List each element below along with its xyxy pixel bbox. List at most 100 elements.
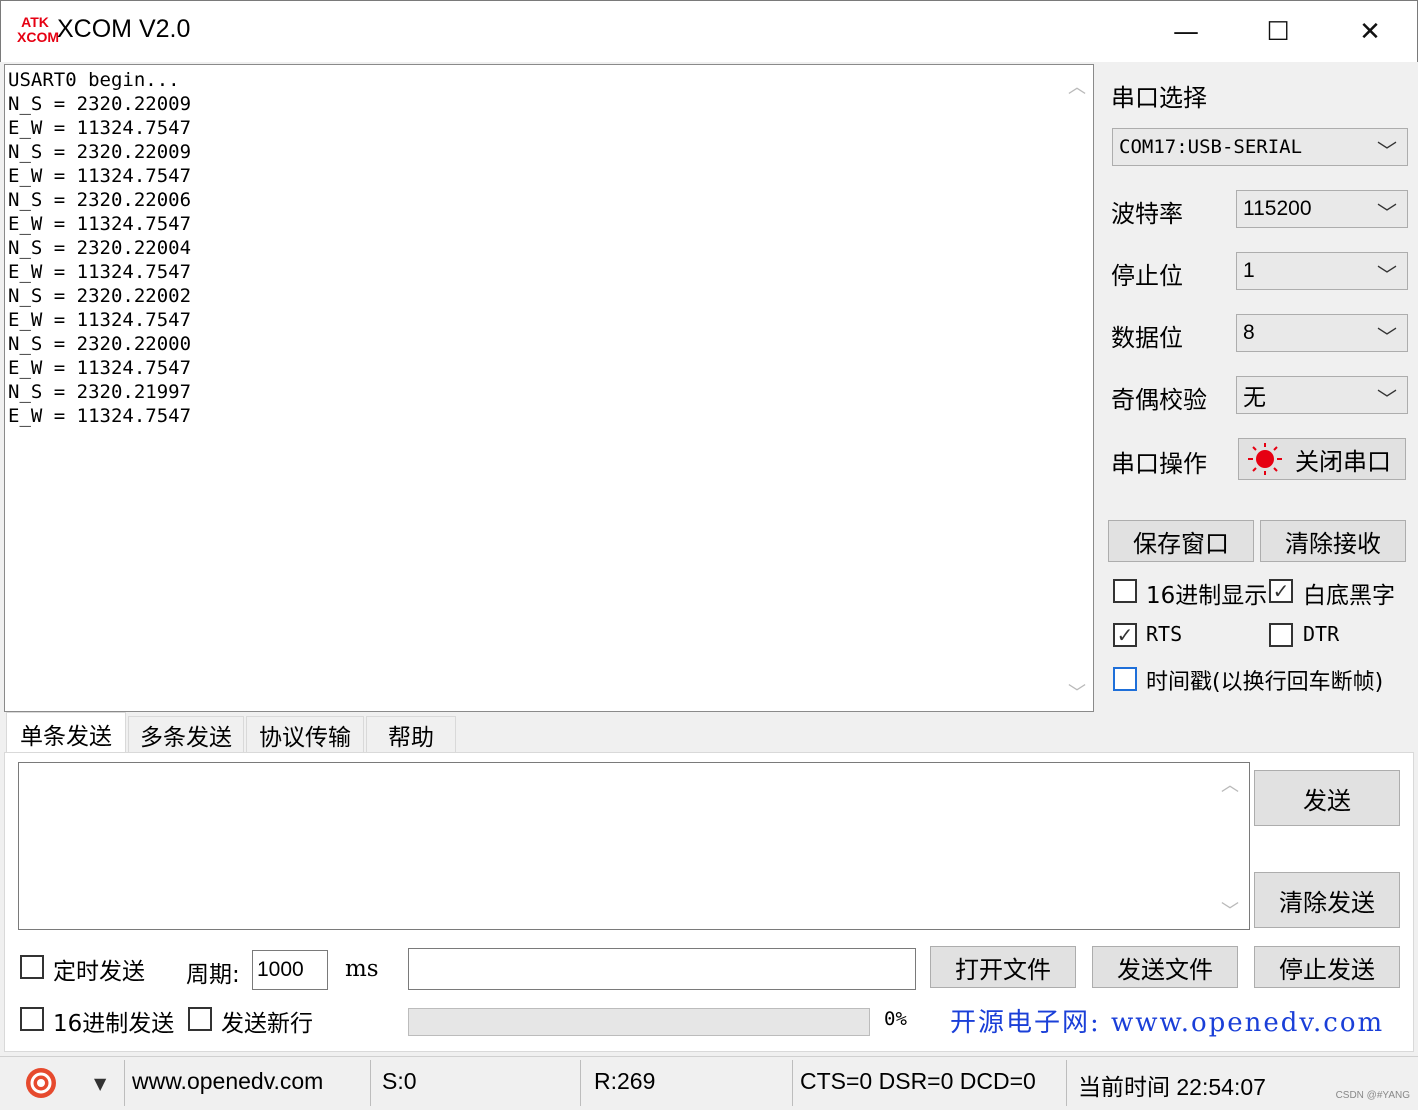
parity-select[interactable]: 无 ﹀ — [1236, 376, 1408, 414]
baud-value: 115200 — [1243, 197, 1312, 220]
stop-send-button[interactable]: 停止发送 — [1254, 946, 1400, 988]
logo-text-bottom: XCOM — [17, 29, 59, 45]
minimize-icon: — — [1173, 17, 1199, 47]
close-port-label: 关闭串口 — [1295, 447, 1391, 476]
stop-bits-value: 1 — [1243, 259, 1255, 282]
period-value: 1000 — [257, 958, 304, 981]
current-time: 当前时间 22:54:07 — [1078, 1074, 1266, 1100]
title-bar: ATK XCOM XCOM V2.0 — ☐ ✕ — [0, 0, 1418, 62]
scroll-down-icon[interactable]: ﹀ — [1065, 679, 1089, 705]
watermark: CSDN @#YANG — [1335, 1090, 1410, 1101]
hex-send-checkbox[interactable] — [20, 1007, 44, 1031]
receive-line: E_W = 11324.7547 — [8, 309, 192, 331]
send-button[interactable]: 发送 — [1254, 770, 1400, 826]
receive-line: N_S = 2320.22000 — [8, 333, 192, 355]
file-path-input[interactable] — [408, 948, 916, 990]
white-bg-checkbox[interactable]: ✓ — [1269, 579, 1293, 603]
receive-line: E_W = 11324.7547 — [8, 117, 192, 139]
stop-bits-select[interactable]: 1 ﹀ — [1236, 252, 1408, 290]
receive-area[interactable]: USART0 begin... N_S = 2320.22009 E_W = 113… — [4, 64, 1094, 712]
hex-send-label: 16进制发送 — [53, 1011, 175, 1037]
status-url[interactable]: www.openedv.com — [132, 1068, 323, 1095]
newline-checkbox[interactable] — [188, 1007, 212, 1031]
clear-send-button[interactable]: 清除发送 — [1254, 872, 1400, 928]
dropdown-arrow-icon[interactable]: ▼ — [94, 1074, 106, 1093]
hex-display-checkbox[interactable] — [1113, 579, 1137, 603]
progress-percent: 0% — [884, 1008, 907, 1030]
maximize-button[interactable]: ☐ — [1233, 9, 1323, 55]
chevron-down-icon: ﹀ — [1377, 141, 1397, 163]
data-bits-select[interactable]: 8 ﹀ — [1236, 314, 1408, 352]
timed-send-label: 定时发送 — [53, 959, 145, 985]
scroll-down-icon[interactable]: ﹀ — [1218, 897, 1242, 923]
clear-receive-button[interactable]: 清除接收 — [1260, 520, 1406, 562]
send-textarea[interactable]: ︿ ﹀ — [18, 762, 1250, 930]
status-divider — [370, 1060, 371, 1106]
baud-select[interactable]: 115200 ﹀ — [1236, 190, 1408, 228]
minimize-button[interactable]: — — [1141, 9, 1231, 55]
white-bg-label: 白底黑字 — [1303, 583, 1395, 609]
period-label: 周期: — [186, 962, 240, 988]
close-button[interactable]: ✕ — [1325, 9, 1415, 55]
hex-display-label: 16进制显示 — [1146, 583, 1268, 609]
port-value: COM17:USB-SERIAL — [1119, 136, 1303, 158]
chevron-down-icon: ﹀ — [1377, 389, 1397, 411]
status-divider — [124, 1060, 125, 1106]
stop-bits-label: 停止位 — [1111, 262, 1183, 290]
receive-line: E_W = 11324.7547 — [8, 405, 192, 427]
checkmark-icon: ✓ — [1272, 579, 1290, 603]
settings-gear-icon[interactable] — [24, 1066, 58, 1104]
receive-line: N_S = 2320.22004 — [8, 237, 192, 259]
receive-line: N_S = 2320.22009 — [8, 141, 192, 163]
app-logo-icon: ATK XCOM — [17, 14, 59, 49]
receive-line: E_W = 11324.7547 — [8, 213, 192, 235]
port-status-led-icon — [1248, 443, 1282, 475]
rts-checkbox[interactable]: ✓ — [1113, 623, 1137, 647]
status-divider — [580, 1060, 581, 1106]
receive-line: USART0 begin... — [8, 69, 180, 91]
period-input[interactable]: 1000 — [252, 950, 328, 990]
dtr-checkbox[interactable] — [1269, 623, 1293, 647]
receive-scrollbar[interactable]: ︿ ﹀ — [1062, 67, 1092, 709]
baud-label: 波特率 — [1111, 200, 1183, 228]
receive-line: N_S = 2320.22006 — [8, 189, 192, 211]
close-icon: ✕ — [1359, 17, 1381, 47]
receive-line: E_W = 11324.7547 — [8, 261, 192, 283]
send-file-button[interactable]: 发送文件 — [1092, 946, 1238, 988]
port-select[interactable]: COM17:USB-SERIAL ﹀ — [1112, 128, 1408, 166]
website-ad-text: 开源电子网: www.openedv.com — [950, 1007, 1385, 1038]
ms-unit-label: ms — [345, 956, 379, 982]
dtr-label: DTR — [1303, 622, 1340, 646]
tab-protocol[interactable]: 协议传输 — [246, 716, 364, 752]
close-port-button[interactable]: 关闭串口 — [1238, 438, 1406, 480]
logo-text-top: ATK — [21, 14, 49, 30]
tab-single-send[interactable]: 单条发送 — [6, 712, 126, 754]
save-window-button[interactable]: 保存窗口 — [1108, 520, 1254, 562]
window-title: XCOM V2.0 — [57, 15, 191, 43]
timestamp-checkbox[interactable] — [1113, 667, 1137, 691]
chevron-down-icon: ﹀ — [1377, 327, 1397, 349]
parity-value: 无 — [1243, 384, 1266, 410]
tab-multi-send[interactable]: 多条发送 — [128, 716, 244, 752]
scroll-up-icon[interactable]: ︿ — [1065, 73, 1089, 99]
send-scrollbar[interactable]: ︿ ﹀ — [1215, 765, 1245, 927]
receive-line: E_W = 11324.7547 — [8, 357, 192, 379]
timestamp-label: 时间戳(以换行回车断帧) — [1146, 670, 1384, 695]
receive-line: N_S = 2320.22002 — [8, 285, 192, 307]
data-bits-value: 8 — [1243, 321, 1255, 344]
line-status: CTS=0 DSR=0 DCD=0 — [800, 1068, 1036, 1094]
sent-count: S:0 — [382, 1068, 417, 1094]
receive-line: E_W = 11324.7547 — [8, 165, 192, 187]
data-bits-label: 数据位 — [1111, 324, 1183, 352]
open-file-button[interactable]: 打开文件 — [930, 946, 1076, 988]
timed-send-checkbox[interactable] — [20, 955, 44, 979]
newline-label: 发送新行 — [221, 1011, 313, 1037]
send-progress-bar — [408, 1008, 870, 1036]
tab-help[interactable]: 帮助 — [366, 716, 456, 752]
receive-line: N_S = 2320.21997 — [8, 381, 192, 403]
website-ad-link[interactable]: 开源电子网: www.openedv.com — [928, 998, 1402, 1042]
status-divider — [792, 1060, 793, 1106]
received-count: R:269 — [594, 1068, 656, 1094]
chevron-down-icon: ﹀ — [1377, 265, 1397, 287]
scroll-up-icon[interactable]: ︿ — [1218, 771, 1242, 797]
